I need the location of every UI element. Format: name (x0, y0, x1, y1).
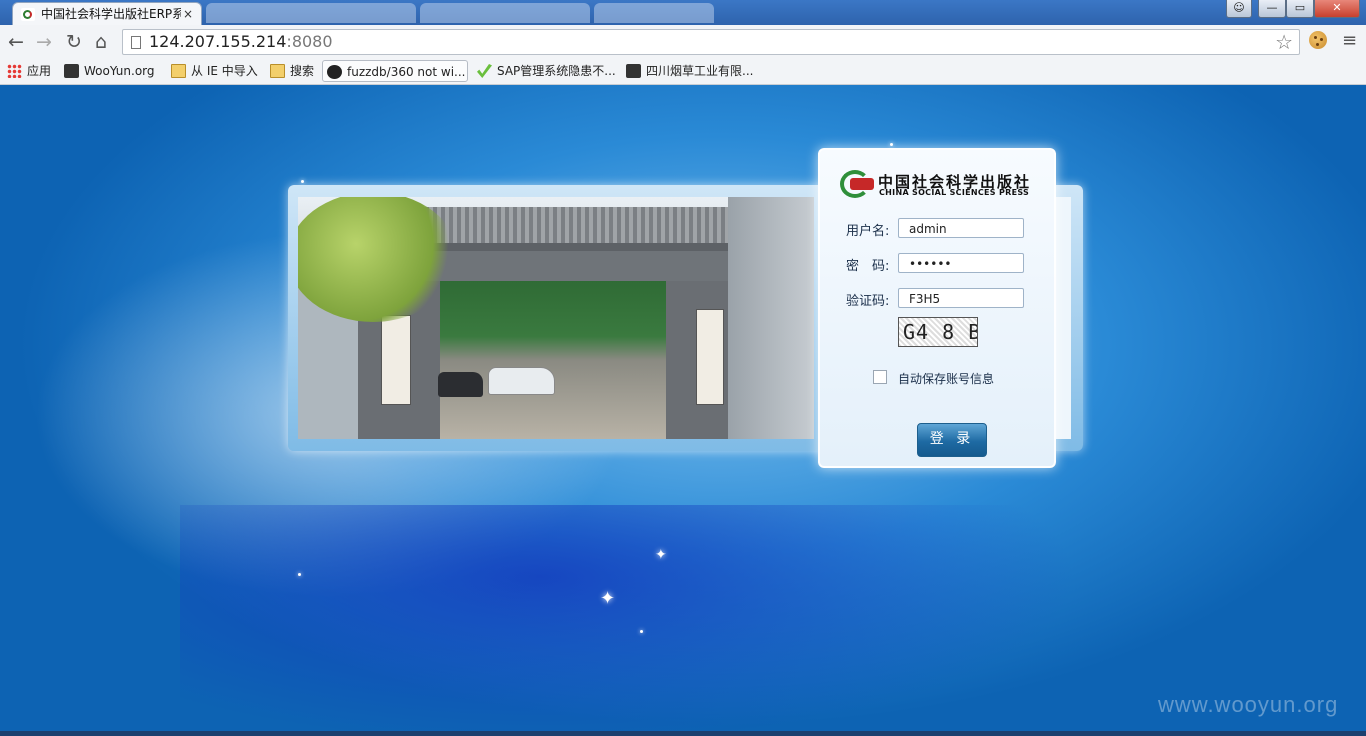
wooyun-watermark: www.wooyun.org (1158, 692, 1339, 717)
press-gate-photo (298, 197, 814, 439)
login-button[interactable]: 登 录 (917, 423, 987, 457)
sparkle-dot (301, 180, 304, 183)
browser-tabbar: 中国社会科学出版社ERP系 × ☺ — ▭ ✕ (0, 0, 1366, 25)
background-glow (180, 505, 1080, 731)
browser-tab-active[interactable]: 中国社会科学出版社ERP系 × (12, 2, 202, 25)
address-bar[interactable]: 124.207.155.214:8080 ☆ (122, 29, 1300, 55)
close-window-button[interactable]: ✕ (1314, 0, 1360, 18)
sap-icon (477, 64, 492, 78)
bookmarks-bar: 应用 WooYun.org 从 IE 中导入 搜索 fuzzdb/360 not… (0, 60, 1366, 85)
wooyun-icon (64, 64, 79, 78)
reload-icon[interactable]: ↻ (66, 32, 82, 52)
press-logo-name-en: CHINA SOCIAL SCIENCES PRESS (879, 188, 1030, 197)
sparkle-dot (890, 143, 893, 146)
site-favicon-icon (21, 8, 35, 21)
sparkle-icon: ✦ (655, 547, 667, 563)
sparkle-dot (640, 630, 643, 633)
apps-icon (7, 64, 22, 78)
page-icon (131, 36, 141, 49)
username-label: 用户名: (846, 224, 890, 239)
tab-title: 中国社会科学出版社ERP系 (41, 7, 181, 21)
bookmark-apps[interactable]: 应用 (7, 60, 57, 82)
browser-toolbar: ← → ↻ ⌂ 124.207.155.214:8080 ☆ ≡ (0, 25, 1366, 61)
browser-tab-inactive[interactable] (206, 3, 416, 23)
password-input[interactable]: •••••• (898, 253, 1024, 273)
login-card: 中国社会科学出版社 CHINA SOCIAL SCIENCES PRESS 用户… (818, 148, 1056, 468)
bookmark-folder-search[interactable]: 搜索 (270, 60, 320, 82)
url-text: 124.207.155.214:8080 (149, 32, 333, 51)
captcha-image[interactable]: G4 8 B (898, 317, 978, 347)
minimize-button[interactable]: — (1258, 0, 1286, 18)
browser-tab-inactive[interactable] (420, 3, 590, 23)
bookmark-folder-ie-import[interactable]: 从 IE 中导入 (171, 60, 263, 82)
menu-icon[interactable]: ≡ (1342, 31, 1357, 51)
cookie-extension-icon[interactable] (1309, 31, 1327, 49)
folder-icon (270, 64, 285, 78)
home-icon[interactable]: ⌂ (95, 32, 107, 52)
username-input[interactable] (898, 218, 1024, 238)
github-icon (327, 65, 342, 79)
maximize-button[interactable]: ▭ (1286, 0, 1314, 18)
bookmark-wooyun[interactable]: WooYun.org (64, 60, 164, 82)
bookmark-fuzzdb[interactable]: fuzzdb/360 not wi... (322, 60, 468, 82)
bookmark-sichuan-tobacco[interactable]: 四川烟草工业有限... (626, 60, 756, 82)
remember-account-label[interactable]: 自动保存账号信息 (898, 370, 994, 387)
browser-tab-inactive[interactable] (594, 3, 714, 23)
sparkle-dot (298, 573, 301, 576)
wooyun-icon (626, 64, 641, 78)
sparkle-icon: ✦ (600, 588, 616, 609)
tab-close-icon[interactable]: × (183, 3, 193, 25)
remember-account-checkbox[interactable] (873, 370, 887, 384)
bookmark-star-icon[interactable]: ☆ (1275, 31, 1293, 53)
press-logo-icon (840, 170, 874, 198)
captcha-input[interactable] (898, 288, 1024, 308)
password-label: 密 码: (846, 259, 890, 274)
window-controls: ☺ — ▭ ✕ (1226, 0, 1360, 19)
bookmark-sap[interactable]: SAP管理系统隐患不... (477, 60, 617, 82)
os-taskbar (0, 731, 1366, 736)
user-icon[interactable]: ☺ (1226, 0, 1252, 18)
forward-arrow-icon[interactable]: → (36, 32, 52, 52)
folder-icon (171, 64, 186, 78)
back-arrow-icon[interactable]: ← (8, 32, 24, 52)
captcha-label: 验证码: (846, 294, 890, 309)
